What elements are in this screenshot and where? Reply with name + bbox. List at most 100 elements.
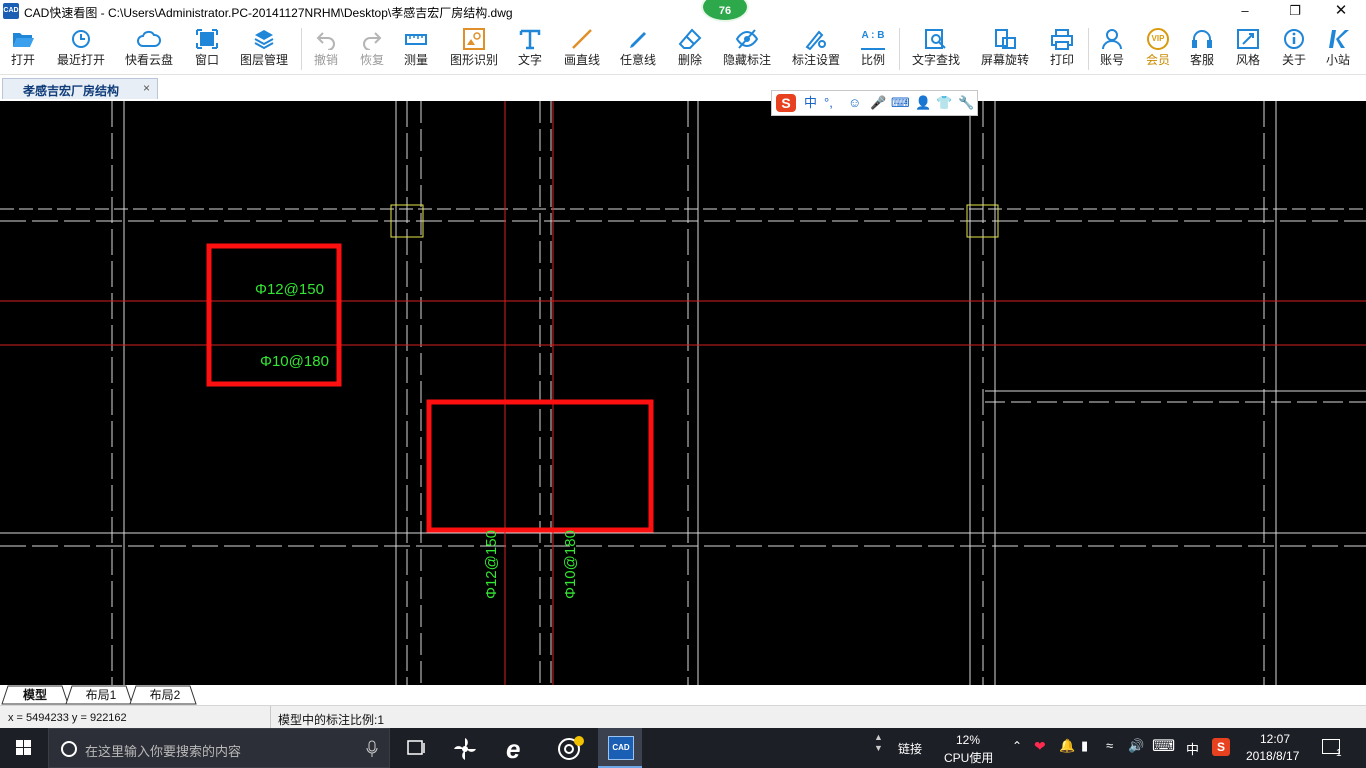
pen-icon [630,32,646,48]
style-icon [1237,29,1259,49]
undo-icon [316,32,335,50]
fan-app-icon[interactable] [452,736,478,762]
maximize-button[interactable]: ❐ [1272,0,1318,22]
drawing-canvas[interactable]: Φ12@150 Φ10@180 Φ12@150 Φ10@180 [0,101,1366,685]
heart-tray-icon[interactable]: ❤ [1034,738,1046,755]
recent-open-button[interactable]: 最近打开 [52,22,110,74]
draw-line-label: 画直线 [563,53,600,67]
status-divider [270,706,271,729]
customer-service-button[interactable]: 客服 [1184,22,1220,74]
recent-open-label: 最近打开 [56,53,105,67]
vip-icon: VIP [1147,28,1169,50]
layout-tab-1[interactable]: 布局1 [76,686,126,704]
notification-count: 1 [1336,748,1342,759]
document-tab[interactable]: 孝感吉宏厂房结构 × [2,78,158,99]
ime-mode[interactable]: 中 [804,95,817,111]
cad-drawing: Φ12@150 Φ10@180 Φ12@150 Φ10@180 [0,101,1366,685]
keyboard-icon[interactable]: ⌨ [891,95,910,111]
layers-icon [254,30,274,50]
text-icon [519,29,541,50]
wifi-icon[interactable]: ≈ [1106,738,1113,753]
clock-date[interactable]: 2018/8/17 [1246,749,1299,763]
rebar-annotation: Φ10@180 [562,530,579,599]
vip-label: 会员 [1145,53,1170,67]
text-search-button[interactable]: 文字查找 [906,22,966,74]
microphone-icon[interactable] [365,740,379,758]
volume-icon[interactable]: 🔊 [1128,738,1144,754]
taskbar-scroll-arrows[interactable]: ▲ ▼ [874,732,883,754]
task-view-icon[interactable] [404,738,428,758]
bell-tray-icon[interactable]: 🔔 [1059,738,1075,754]
close-button[interactable]: ✕ [1318,0,1364,22]
layer-manager-label: 图层管理 [239,53,288,67]
battery-icon[interactable]: ▮ [1081,738,1088,754]
site-button[interactable]: 小站 [1320,22,1356,74]
close-tab-icon[interactable]: × [143,81,150,95]
headset-icon [1192,30,1212,48]
cloud-icon [137,30,161,47]
customer-service-label: 客服 [1189,53,1214,67]
account-button[interactable]: 账号 [1094,22,1130,74]
ie-browser-icon[interactable]: e [506,734,520,765]
open-button[interactable]: 打开 [0,22,46,74]
tray-expand-icon[interactable]: ⌃ [1012,739,1022,753]
delete-button[interactable]: 删除 [672,22,708,74]
clock-time[interactable]: 12:07 [1260,732,1290,746]
emoji-icon[interactable]: ☺ [848,95,861,111]
input-method-indicator[interactable]: 中 [1186,739,1199,758]
draw-line-button[interactable]: 画直线 [560,22,604,74]
info-icon [1284,29,1304,49]
sogou-tray-icon[interactable]: S [1212,738,1230,756]
shape-recognize-button[interactable]: 图形识别 [444,22,504,74]
cad-taskbar-button[interactable]: CAD [598,728,642,768]
wrench-icon[interactable]: 🔧 [958,95,974,111]
annotation-settings-button[interactable]: 标注设置 [786,22,846,74]
rotate-screen-button[interactable]: 屏幕旋转 [976,22,1034,74]
skin-shirt-icon[interactable]: 👕 [936,95,952,111]
redo-button[interactable]: 恢复 [354,22,390,74]
sogou-logo-icon[interactable]: S [776,94,796,112]
annotation-settings-icon [805,30,826,50]
user-voice-icon[interactable]: 👤 [915,95,931,111]
undo-button[interactable]: 撤销 [308,22,344,74]
main-toolbar: 打开 最近打开 快看云盘 窗口 图层管理 撤销 恢复 测量 图形识别 文字 画直… [0,22,1366,75]
text-button[interactable]: 文字 [512,22,548,74]
window-button[interactable]: 窗口 [188,22,226,74]
k-logo-icon [1329,30,1349,48]
about-button[interactable]: 关于 [1276,22,1312,74]
toolbar-separator [301,28,302,70]
grid-lines [0,101,1366,685]
annotation-scale: 模型中的标注比例:1 [278,713,385,727]
measure-button[interactable]: 测量 [398,22,434,74]
microphone-icon[interactable]: 🎤 [870,95,886,111]
ratio-button[interactable]: A : B 比例 [854,22,892,74]
cloud-drive-button[interactable]: 快看云盘 [120,22,178,74]
link-label[interactable]: 链接 [898,740,922,757]
style-button[interactable]: 风格 [1230,22,1266,74]
rebar-annotation: Φ12@150 [483,530,500,599]
app-icon: CAD [3,3,19,19]
free-line-button[interactable]: 任意线 [616,22,660,74]
minimize-button[interactable]: – [1222,0,1268,22]
hide-annotation-button[interactable]: 隐藏标注 [718,22,776,74]
user-icon [1102,29,1122,50]
shape-recognize-label: 图形识别 [449,53,498,67]
taskbar-search-box[interactable]: 在这里输入你要搜索的内容 [48,728,390,768]
ratio-label: 比例 [860,53,885,67]
rebar-annotation: Φ10@180 [260,353,329,370]
search-icon [61,741,77,757]
vip-button[interactable]: VIP 会员 [1140,22,1176,74]
text-label: 文字 [517,53,542,67]
layout-tab-2[interactable]: 布局2 [140,686,190,704]
layout-tab-model[interactable]: 模型 [10,686,60,704]
windows-start-icon[interactable] [0,728,48,768]
touch-keyboard-icon[interactable]: ⌨ [1152,736,1175,756]
print-button[interactable]: 打印 [1044,22,1080,74]
open-label: 打开 [10,53,35,67]
browser-notification-icon[interactable] [556,734,586,762]
windows-taskbar: 在这里输入你要搜索的内容 e CAD ▲ ▼ 链接 12% CPU使用 ⌃ ❤ 🔔… [0,728,1366,768]
ime-toolbar[interactable]: S 中 °, ☺ 🎤 ⌨ 👤 👕 🔧 [771,90,978,116]
ime-punctuation[interactable]: °, [824,95,833,111]
layer-manager-button[interactable]: 图层管理 [234,22,294,74]
title-bar: CAD CAD快速看图 - C:\Users\Administrator.PC-… [0,0,1366,22]
